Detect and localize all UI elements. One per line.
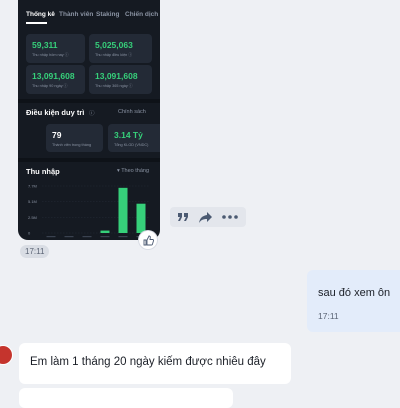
stat-value: 59,311 — [32, 40, 58, 50]
tab-staking[interactable]: Staking — [96, 11, 119, 18]
condition-label: Thành viên trong tháng — [52, 143, 92, 147]
incoming-message[interactable]: Em làm 1 tháng 20 ngày kiếm được nhiêu đ… — [19, 343, 291, 384]
tab-thong-ke[interactable]: Thống kê — [26, 11, 55, 18]
thumbs-up-icon[interactable] — [139, 231, 157, 249]
condition-card-volume: 3.14 Tỷ Tổng KLGD (VNDC) — [108, 124, 160, 152]
more-icon[interactable] — [222, 210, 238, 224]
stat-value: 5,025,063 — [95, 40, 133, 50]
info-icon[interactable]: ⓘ — [89, 109, 95, 117]
chart-x-tick — [46, 236, 56, 238]
conditions-title: Điều kiện duy trì — [26, 108, 85, 117]
chart-bar — [136, 203, 146, 233]
incoming-message-partial[interactable] — [19, 388, 233, 408]
message-actions — [170, 207, 246, 227]
chart-x-tick — [82, 236, 92, 238]
message-text: Em làm 1 tháng 20 ngày kiếm được nhiêu đ… — [30, 356, 266, 368]
chart-y-tick-label: 5.1M — [28, 199, 37, 204]
stat-label: Thu nhập hôm nay ⓘ — [32, 53, 69, 57]
chart-y-tick-label: 2.5M — [28, 215, 37, 220]
stat-card-365-days: 13,091,608 Thu nhập 365 ngày ⓘ — [89, 65, 152, 94]
chart-bar — [118, 187, 128, 233]
tab-chien-dich[interactable]: Chiến dịch — [125, 11, 158, 18]
message-time: 17:11 — [318, 311, 339, 321]
stat-label: Thu nhập 365 ngày ⓘ — [95, 84, 133, 88]
policy-link[interactable]: Chính sách — [118, 109, 146, 115]
chart-x-tick — [100, 236, 110, 238]
tab-thanh-vien[interactable]: Thành viên — [59, 11, 93, 18]
stat-label: Thu nhập điều kiện ⓘ — [95, 53, 133, 57]
stat-card-90-days: 13,091,608 Thu nhập 90 ngày ⓘ — [26, 65, 85, 94]
stat-card-today: 59,311 Thu nhập hôm nay ⓘ — [26, 34, 85, 63]
condition-value: 3.14 Tỷ — [114, 130, 143, 140]
outgoing-message[interactable]: sau đó xem ôn 17:11 — [307, 270, 400, 332]
condition-value: 79 — [52, 130, 62, 140]
section-divider — [18, 99, 160, 103]
chart-y-tick-label: 0 — [28, 231, 31, 236]
chart-y-tick-label: 7.7M — [28, 184, 37, 189]
income-title: Thu nhập — [26, 167, 60, 176]
chart-x-tick — [64, 236, 74, 238]
chart-x-tick — [118, 236, 128, 238]
share-icon[interactable] — [197, 210, 213, 224]
message-timestamp: 17:11 — [20, 245, 50, 258]
message-text: sau đó xem ôn — [318, 287, 391, 299]
active-tab-indicator — [26, 22, 47, 24]
avatar[interactable] — [0, 346, 12, 364]
chart-bar — [100, 230, 110, 233]
stat-card-condition: 5,025,063 Thu nhập điều kiện ⓘ — [89, 34, 152, 63]
stat-label: Thu nhập 90 ngày ⓘ — [32, 84, 68, 88]
income-bar-chart: 7.7M 5.1M 2.5M 0 — [28, 184, 150, 238]
stat-value: 13,091,608 — [32, 71, 75, 81]
stat-value: 13,091,608 — [95, 71, 138, 81]
stats-tabs: Thống kê Thành viên Staking Chiến dịch — [18, 0, 160, 26]
section-divider — [18, 158, 160, 162]
condition-card-members: 79 Thành viên trong tháng — [46, 124, 103, 152]
shared-screenshot-image[interactable]: Thống kê Thành viên Staking Chiến dịch 5… — [18, 0, 160, 240]
period-filter[interactable]: ▾ Theo tháng — [117, 168, 149, 174]
quote-icon[interactable] — [175, 210, 191, 224]
condition-label: Tổng KLGD (VNDC) — [114, 143, 149, 147]
